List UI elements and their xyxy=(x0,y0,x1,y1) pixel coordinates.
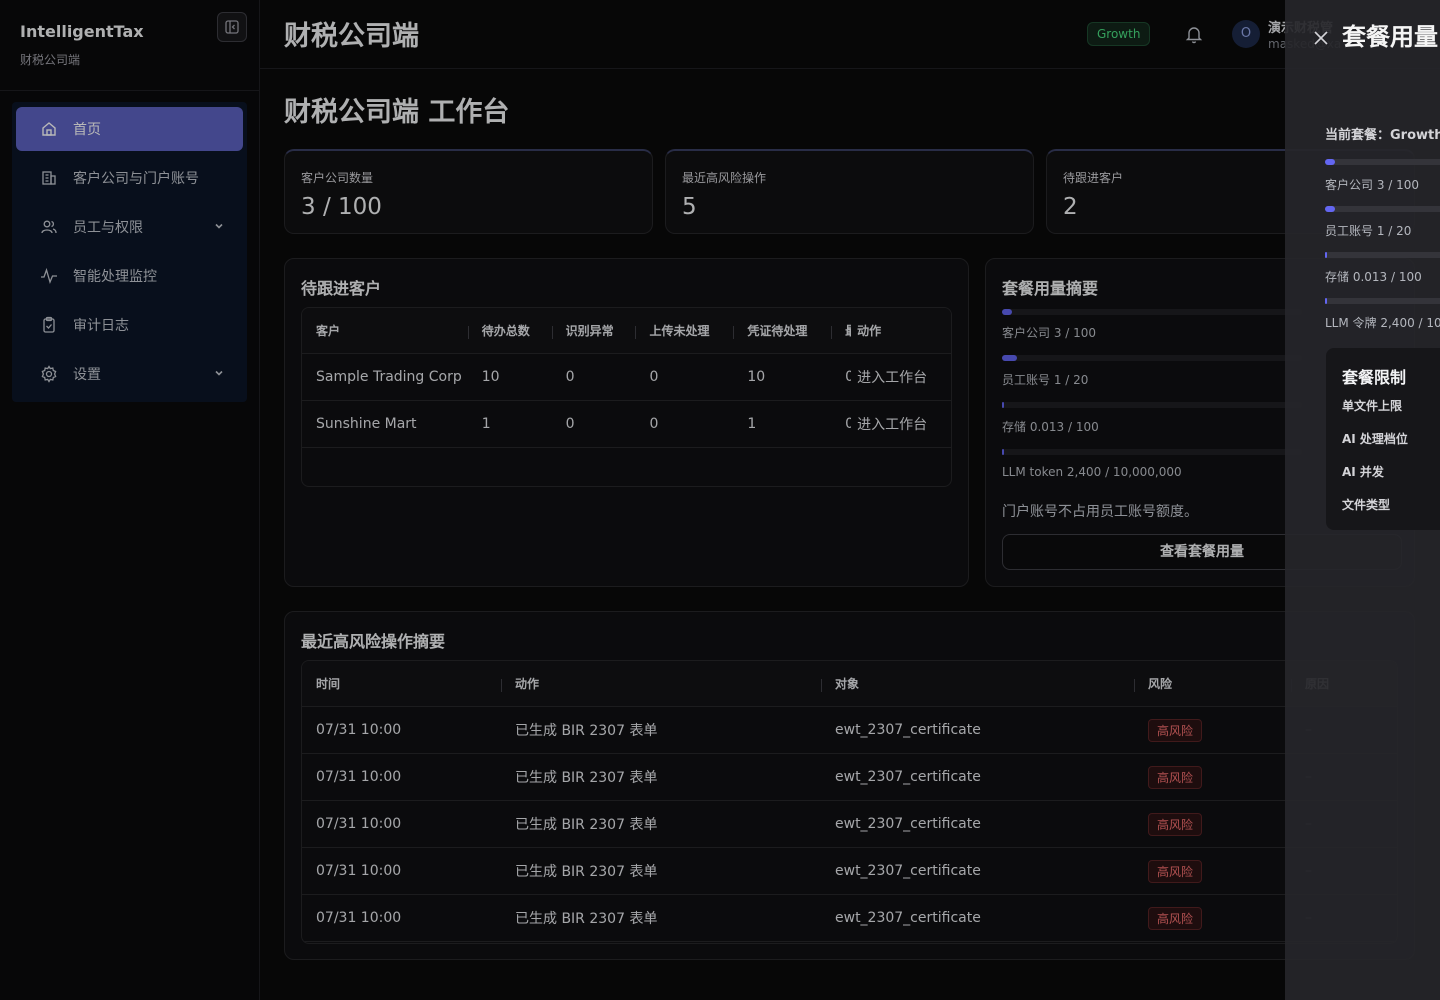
drawer-usage-label: 存储 0.013 / 100 xyxy=(1325,270,1422,284)
limit-item: 文件类型 xyxy=(1342,498,1391,512)
drawer-title: 套餐用量 xyxy=(1342,23,1438,51)
plan-limits-card: 套餐限制 单文件上限 AI 处理档位 AI 并发 文件类型 xyxy=(1326,348,1440,530)
drawer-usage-label: LLM 令牌 2,400 / 10,000,000 xyxy=(1325,316,1440,330)
drawer-usage-label: 员工账号 1 / 20 xyxy=(1325,224,1412,238)
current-plan: 当前套餐：Growth xyxy=(1325,128,1440,143)
usage-fill xyxy=(1325,252,1327,258)
close-icon[interactable] xyxy=(1313,30,1329,46)
drawer-usage-label: 客户公司 3 / 100 xyxy=(1325,178,1420,192)
limit-item: AI 处理档位 xyxy=(1342,432,1408,446)
drawer-usage-bar xyxy=(1325,159,1440,165)
drawer-usage-bar xyxy=(1325,298,1440,304)
modal-overlay[interactable] xyxy=(0,0,1440,1000)
limit-item: AI 并发 xyxy=(1342,465,1384,479)
usage-fill xyxy=(1325,206,1335,212)
usage-drawer: 套餐用量 当前套餐：Growth 客户公司 3 / 100 员工账号 1 / 2… xyxy=(1285,0,1440,1000)
drawer-usage-bar xyxy=(1325,206,1440,212)
limit-item: 单文件上限 xyxy=(1342,399,1403,413)
drawer-usage-bar xyxy=(1325,252,1440,258)
usage-fill xyxy=(1325,159,1335,165)
usage-fill xyxy=(1325,298,1327,304)
limits-title: 套餐限制 xyxy=(1342,368,1407,387)
